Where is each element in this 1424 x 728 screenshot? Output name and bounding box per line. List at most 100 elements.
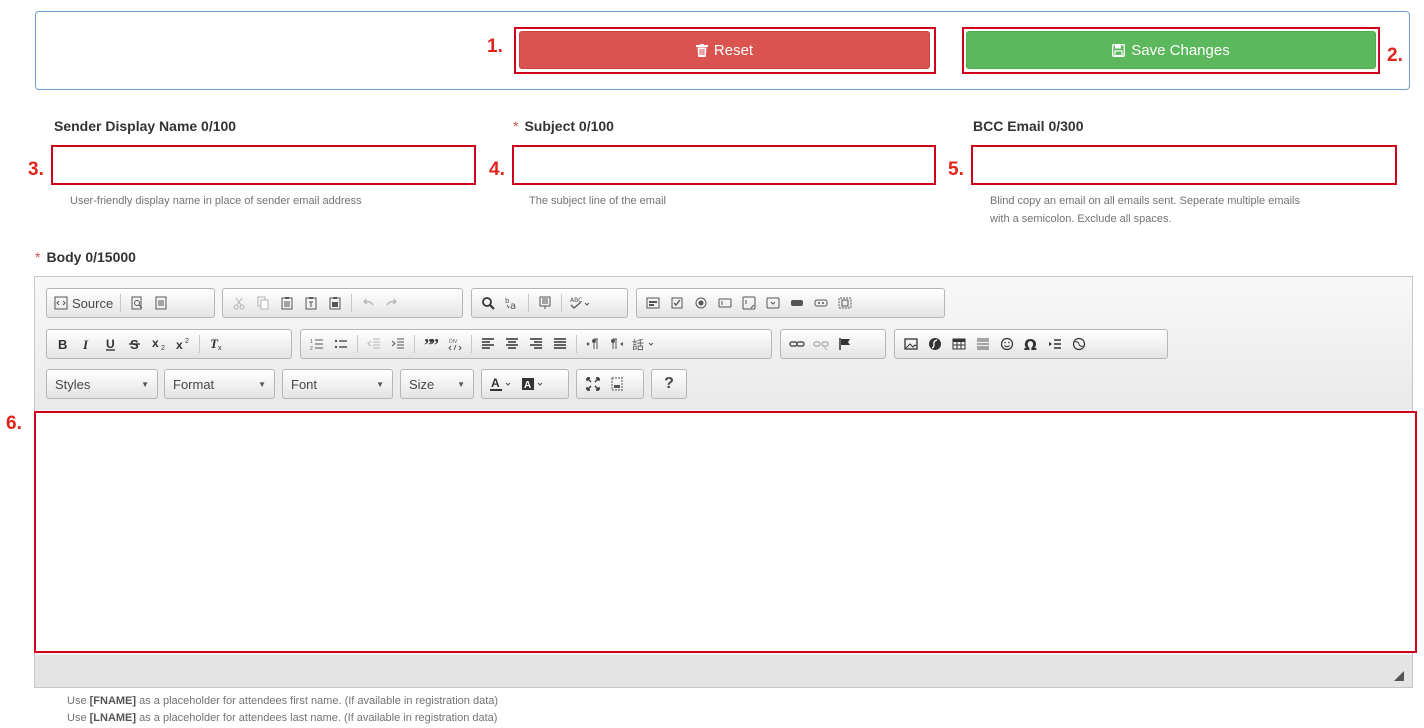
horizontal-rule-icon [977,338,989,350]
button-button[interactable] [785,290,809,316]
toolbar-separator [528,294,529,312]
svg-text:DIV: DIV [449,339,458,345]
text-field-button[interactable] [713,290,737,316]
cut-button[interactable] [227,290,251,316]
toolbar-separator [351,294,352,312]
styles-dropdown[interactable]: Styles ▼ [46,369,158,399]
size-dropdown[interactable]: Size ▼ [400,369,474,399]
sender-display-name-label: Sender Display Name 0/100 [54,118,237,134]
about-button[interactable]: ? [657,371,681,397]
image-button-button[interactable] [809,290,833,316]
link-button[interactable] [785,331,809,357]
subscript-button[interactable]: x2 [147,331,171,357]
smiley-button[interactable] [995,331,1019,357]
omega-icon: Ω [1024,337,1037,351]
format-dropdown[interactable]: Format ▼ [164,369,275,399]
subject-label-text: Subject 0/100 [524,118,614,134]
hidden-field-button[interactable] [833,290,857,316]
italic-button[interactable]: I [75,331,99,357]
svg-text:2: 2 [185,338,189,345]
select-button[interactable] [761,290,785,316]
font-dropdown[interactable]: Font ▼ [282,369,393,399]
select-all-button[interactable] [533,290,557,316]
background-color-button[interactable]: A [518,371,550,397]
fname-token: [FNAME] [89,695,137,707]
page-break-icon [1049,339,1061,349]
blockquote-button[interactable]: ”” [419,331,443,357]
source-button[interactable]: Source [51,290,116,316]
magnifier-icon [482,297,495,310]
save-changes-button[interactable]: Save Changes [966,31,1376,69]
find-button[interactable] [476,290,500,316]
redo-button[interactable] [380,290,404,316]
align-left-button[interactable] [476,331,500,357]
table-button[interactable] [947,331,971,357]
outdent-button[interactable] [362,331,386,357]
subscript-icon: x2 [152,337,165,351]
floppy-disk-icon [1112,43,1126,57]
preview-button[interactable] [125,290,149,316]
paste-word-icon [329,297,341,310]
reset-button[interactable]: Reset [519,31,930,69]
resize-grip-icon[interactable] [1394,671,1404,681]
sender-display-name-input[interactable] [51,145,476,185]
toolbar-group-tools [576,369,644,399]
svg-text:2: 2 [161,345,165,351]
toolbar-group-colors: A A [481,369,569,399]
text-direction-ltr-button[interactable] [581,331,605,357]
unlink-button[interactable] [809,331,833,357]
copy-button[interactable] [251,290,275,316]
strike-button[interactable]: S [123,331,147,357]
checkbox-button[interactable] [665,290,689,316]
italic-icon: I [82,337,89,351]
show-blocks-button[interactable] [605,371,629,397]
replace-button[interactable]: ba [500,290,524,316]
underline-button[interactable]: U [99,331,123,357]
svg-text:1: 1 [310,339,313,345]
lname-token: [LNAME] [89,712,137,724]
subject-label: * Subject 0/100 [513,118,614,134]
paste-text-button[interactable] [299,290,323,316]
align-right-button[interactable] [524,331,548,357]
hidden-field-icon [838,297,852,309]
create-div-button[interactable]: DIV [443,331,467,357]
styles-dropdown-label: Styles [55,376,91,392]
spellcheck-icon: ABC [570,297,590,309]
indent-button[interactable] [386,331,410,357]
iframe-button[interactable] [1067,331,1091,357]
subject-input[interactable] [512,145,936,185]
paste-from-word-button[interactable] [323,290,347,316]
trash-icon [695,43,708,57]
format-dropdown-label: Format [173,376,215,392]
image-button[interactable] [899,331,923,357]
bulleted-list-button[interactable] [329,331,353,357]
radio-button[interactable] [689,290,713,316]
spellcheck-button[interactable]: ABC [566,290,594,316]
page-break-button[interactable] [1043,331,1067,357]
horizontal-rule-button[interactable] [971,331,995,357]
undo-button[interactable] [356,290,380,316]
text-color-button[interactable]: A [486,371,518,397]
textarea-button[interactable] [737,290,761,316]
superscript-icon: x2 [176,338,189,351]
language-button[interactable]: 話 [629,331,659,357]
superscript-button[interactable]: x2 [171,331,195,357]
special-char-button[interactable]: Ω [1019,331,1043,357]
templates-button[interactable] [149,290,173,316]
maximize-button[interactable] [581,371,605,397]
body-editor-content[interactable] [34,411,1417,653]
bcc-email-input[interactable] [971,145,1397,185]
numbered-list-button[interactable]: 12 [305,331,329,357]
align-center-button[interactable] [500,331,524,357]
paste-button[interactable] [275,290,299,316]
justify-button[interactable] [548,331,572,357]
flash-button[interactable] [923,331,947,357]
svg-text:x: x [152,337,159,350]
annotation-5: 5. [948,159,964,180]
remove-format-button[interactable]: Tx [204,331,228,357]
form-button[interactable] [641,290,665,316]
bold-button[interactable]: B [51,331,75,357]
anchor-button[interactable] [833,331,857,357]
rtl-icon [611,338,623,349]
text-direction-rtl-button[interactable] [605,331,629,357]
